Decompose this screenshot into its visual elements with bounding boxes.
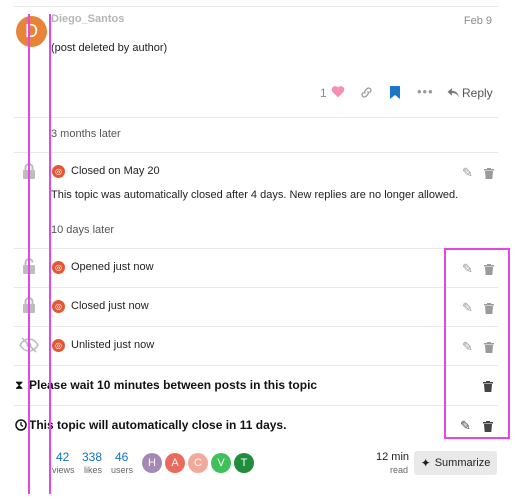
username[interactable]: Diego_Santos: [51, 13, 124, 25]
time-gap: 3 months later: [51, 128, 121, 140]
summarize-button[interactable]: ✦ Summarize: [414, 451, 497, 475]
divider: [14, 405, 498, 406]
time-gap: 10 days later: [51, 224, 114, 236]
reply-button[interactable]: Reply: [462, 86, 493, 100]
divider: [14, 365, 498, 366]
system-avatar[interactable]: ◎: [52, 300, 65, 313]
link-icon[interactable]: [360, 86, 373, 104]
hourglass-icon: ⧗: [15, 378, 24, 392]
views-count: 42: [56, 450, 70, 464]
highlight-box: [444, 248, 510, 439]
views-label: views: [52, 465, 75, 475]
divider: [14, 117, 498, 118]
divider: [14, 287, 498, 288]
read-time: 12 min: [376, 451, 410, 463]
divider: [14, 152, 498, 153]
users-label: users: [111, 465, 134, 475]
auto-close-notice: This topic will automatically close in 1…: [29, 418, 287, 432]
participant-avatar[interactable]: H: [142, 453, 162, 473]
read-label: read: [390, 465, 409, 475]
summarize-label: Summarize: [434, 457, 491, 469]
participant-avatar[interactable]: A: [165, 453, 185, 473]
reply-icon[interactable]: [447, 86, 460, 104]
event-label: Closed just now: [71, 300, 149, 312]
participant-avatar[interactable]: C: [188, 453, 208, 473]
system-avatar[interactable]: ◎: [52, 339, 65, 352]
guide-line: [28, 14, 30, 494]
heart-icon[interactable]: [331, 85, 345, 103]
likes-label: likes: [84, 465, 103, 475]
more-icon[interactable]: •••: [417, 84, 434, 99]
divider: [14, 326, 498, 327]
closed-notice: This topic was automatically closed afte…: [51, 189, 459, 201]
trash-icon[interactable]: [484, 166, 494, 184]
system-avatar[interactable]: ◎: [52, 165, 65, 178]
guide-line: [49, 14, 51, 494]
likes-count[interactable]: 338: [82, 450, 102, 464]
event-label: Closed on May 20: [71, 165, 160, 177]
edit-icon[interactable]: ✎: [462, 165, 473, 181]
like-count[interactable]: 1: [320, 86, 327, 100]
participant-avatar[interactable]: V: [211, 453, 231, 473]
system-avatar[interactable]: ◎: [52, 261, 65, 274]
divider: [14, 248, 498, 249]
slow-mode-notice: Please wait 10 minutes between posts in …: [29, 378, 318, 392]
sparkle-icon: ✦: [420, 456, 431, 470]
event-label: Opened just now: [71, 261, 154, 273]
event-label: Unlisted just now: [71, 339, 155, 351]
post-date[interactable]: Feb 9: [464, 15, 492, 27]
clock-icon: [15, 418, 27, 436]
participant-avatar[interactable]: T: [234, 453, 254, 473]
avatar[interactable]: D: [16, 16, 47, 47]
top-divider: [14, 6, 498, 7]
bookmark-icon[interactable]: [390, 86, 400, 104]
users-count: 46: [115, 450, 129, 464]
post-body: (post deleted by author): [51, 42, 168, 54]
